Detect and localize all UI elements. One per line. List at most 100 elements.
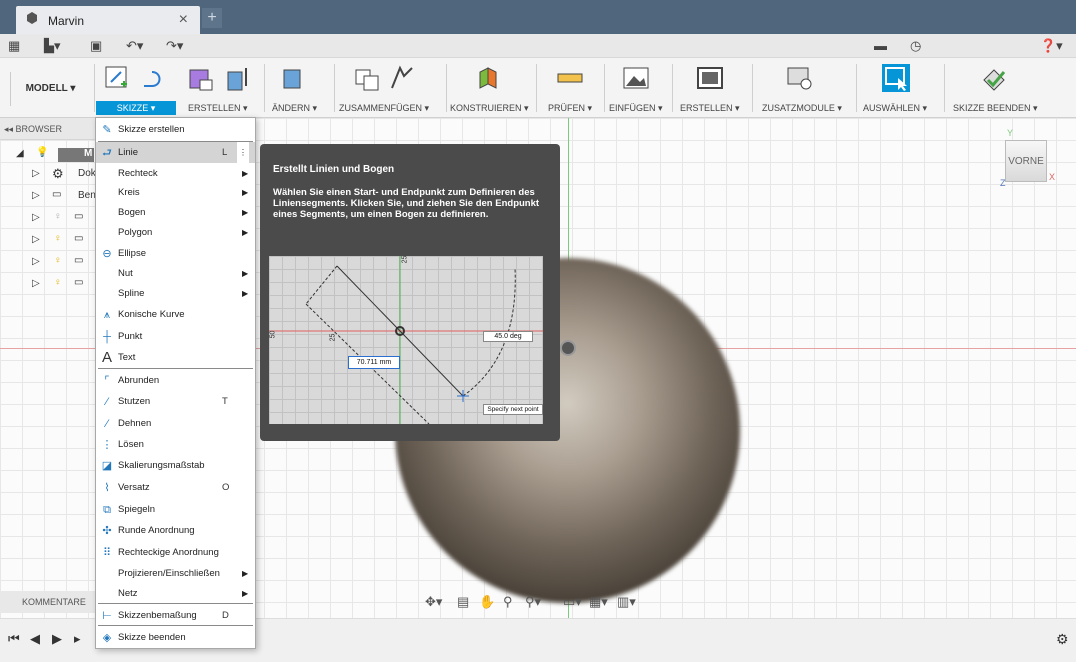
more-options-icon[interactable]: ⋮ <box>237 142 249 163</box>
menu-item-extend[interactable]: ⁄ Dehnen <box>96 413 255 434</box>
expand-icon[interactable]: ▷ <box>32 278 40 289</box>
menu-item-ellipse[interactable]: ⊖ Ellipse <box>96 243 255 264</box>
comments-header[interactable]: KOMMENTARE <box>0 591 96 613</box>
modify-group-label[interactable]: ÄNDERN ▾ <box>272 103 317 114</box>
menu-item-text[interactable]: A Text <box>96 347 255 368</box>
offset-plane-icon[interactable] <box>474 64 502 92</box>
viewports-icon[interactable]: ▥▾ <box>617 594 636 610</box>
fit-icon[interactable]: ⚲▾ <box>525 594 541 610</box>
menu-item-project-include[interactable]: Projizieren/Einschließen ▶ <box>96 563 255 584</box>
menu-item-trim[interactable]: ⁄ Stutzen T <box>96 391 255 412</box>
menu-item-circle[interactable]: Kreis ▶ <box>96 182 255 203</box>
lightbulb-icon[interactable]: 💡 <box>36 147 48 158</box>
addins-icon[interactable] <box>786 64 814 92</box>
redo-icon[interactable]: ↷▾ <box>166 37 183 55</box>
next-step-icon[interactable]: ▸ <box>74 631 81 647</box>
inspect-group-label[interactable]: PRÜFEN ▾ <box>548 103 592 114</box>
display-settings-icon[interactable]: ▭▾ <box>563 594 582 610</box>
joint-icon[interactable] <box>352 64 380 92</box>
history-icon[interactable]: ◷ <box>910 37 921 55</box>
lightbulb-icon[interactable]: ♀ <box>54 255 62 266</box>
help-icon[interactable]: ❓▾ <box>1040 37 1063 55</box>
menu-item-fillet[interactable]: ⌜ Abrunden <box>96 370 255 391</box>
finish-sketch-icon[interactable] <box>980 64 1008 92</box>
menu-item-arc[interactable]: Bogen ▶ <box>96 202 255 223</box>
collapse-icon[interactable]: ◢ <box>16 148 24 159</box>
close-tab-icon[interactable]: × <box>179 11 188 29</box>
menu-item-spline[interactable]: Spline ▶ <box>96 283 255 304</box>
grid-settings-icon[interactable]: ▦▾ <box>589 594 608 610</box>
timeline-settings-icon[interactable]: ⚙ <box>1056 631 1069 648</box>
look-at-icon[interactable]: ▤ <box>457 594 469 610</box>
menu-item-slot[interactable]: Nut ▶ <box>96 263 255 284</box>
expand-icon[interactable]: ▷ <box>32 168 40 179</box>
select-icon[interactable] <box>882 64 910 92</box>
menu-item-rectangle[interactable]: Rechteck ▶ <box>96 163 255 184</box>
insert-image-icon[interactable] <box>622 64 650 92</box>
addins-group-label[interactable]: ZUSATZMODULE ▾ <box>762 103 842 114</box>
workspace-dropdown[interactable]: MODELL ▾ <box>10 72 90 106</box>
menu-item-polygon[interactable]: Polygon ▶ <box>96 222 255 243</box>
pan-icon[interactable]: ✋ <box>479 594 495 610</box>
line-tool-icon[interactable] <box>140 64 168 92</box>
make-group-label[interactable]: ERSTELLEN ▾ <box>680 103 740 114</box>
mesh-box-icon[interactable] <box>186 64 214 92</box>
render-icon[interactable] <box>696 64 724 92</box>
insert-group-label[interactable]: EINFÜGEN ▾ <box>609 103 663 114</box>
expand-icon[interactable]: ▷ <box>32 190 40 201</box>
lightbulb-icon[interactable]: ♀ <box>54 277 62 288</box>
measure-icon[interactable] <box>556 64 584 92</box>
create-group-label[interactable]: ERSTELLEN ▾ <box>188 103 248 114</box>
menu-item-sketch-scale[interactable]: ◪ Skalierungsmaßstab <box>96 455 255 476</box>
assemble-group-label[interactable]: ZUSAMMENFÜGEN ▾ <box>339 103 429 114</box>
prompt-label: Specify next point <box>483 404 543 415</box>
play-icon[interactable]: ▶ <box>52 631 62 647</box>
zoom-icon[interactable]: ⚲ <box>503 594 513 610</box>
save-icon[interactable]: ▣ <box>90 37 102 55</box>
expand-icon[interactable]: ▷ <box>32 212 40 223</box>
expand-icon[interactable]: ▷ <box>32 234 40 245</box>
menu-item-circular-pattern[interactable]: ✣ Runde Anordnung <box>96 520 255 541</box>
menu-item-point[interactable]: ┼ Punkt <box>96 326 255 347</box>
browser-row-document-settings[interactable]: ▷ ⚙ Dok <box>0 164 96 184</box>
orbit-icon[interactable]: ✥▾ <box>425 594 442 610</box>
new-tab-button[interactable]: + <box>202 8 222 28</box>
menu-item-conic-curve[interactable]: ⩚ Konische Kurve <box>96 304 255 325</box>
menu-item-finish-sketch[interactable]: ◈ Skizze beenden <box>96 627 255 648</box>
browser-row-named-views[interactable]: ▷ ▭ Ben <box>0 186 96 206</box>
finish-sketch-group-label[interactable]: SKIZZE BEENDEN ▾ <box>953 103 1038 114</box>
menu-item-line[interactable]: ⮐ Linie L ⋮ <box>96 142 255 163</box>
browser-row[interactable]: ▷ ♀ ▭ <box>0 252 96 272</box>
browser-row[interactable]: ▷ ♀ ▭ <box>0 230 96 250</box>
sketch-group-label[interactable]: SKIZZE ▾ <box>96 101 176 115</box>
notifications-icon[interactable]: ▬ <box>874 37 887 55</box>
menu-item-create-sketch[interactable]: ✎ Skizze erstellen <box>96 119 255 140</box>
browser-row[interactable]: ▷ ♀ ▭ <box>0 274 96 294</box>
lightbulb-icon[interactable]: ♀ <box>54 233 62 244</box>
menu-item-offset[interactable]: ⌇ Versatz O <box>96 477 255 498</box>
menu-item-mesh[interactable]: Netz ▶ <box>96 583 255 604</box>
extrude-icon[interactable] <box>224 64 252 92</box>
menu-item-rectangular-pattern[interactable]: ⠿ Rechteckige Anordnung <box>96 542 255 563</box>
undo-icon[interactable]: ↶▾ <box>126 37 143 55</box>
press-pull-icon[interactable] <box>278 64 306 92</box>
first-step-icon[interactable]: ⏮ <box>8 631 20 647</box>
viewcube[interactable]: VORNE <box>1005 140 1047 182</box>
apps-grid-icon[interactable]: ▦ <box>8 37 20 55</box>
previous-step-icon[interactable]: ◀ <box>30 631 40 647</box>
construct-group-label[interactable]: KONSTRUIEREN ▾ <box>450 103 529 114</box>
menu-item-mirror[interactable]: ⧉ Spiegeln <box>96 499 255 520</box>
as-built-joint-icon[interactable] <box>388 64 416 92</box>
browser-row-root[interactable]: ◢ 💡 M <box>0 144 96 164</box>
menu-item-break[interactable]: ⋮ Lösen <box>96 434 255 455</box>
menu-item-sketch-dimension[interactable]: ⊢ Skizzenbemaßung D <box>96 605 255 626</box>
expand-icon[interactable]: ▷ <box>32 256 40 267</box>
browser-header[interactable]: ◂◂ BROWSER <box>0 118 96 140</box>
lightbulb-icon[interactable]: ♀ <box>54 211 62 222</box>
create-sketch-icon[interactable] <box>103 64 131 92</box>
select-group-label[interactable]: AUSWÄHLEN ▾ <box>863 103 927 114</box>
origin-point[interactable] <box>560 340 576 356</box>
document-tab[interactable]: Marvin × <box>16 6 200 34</box>
file-menu-icon[interactable]: ▙▾ <box>44 37 61 55</box>
browser-row[interactable]: ▷ ♀ ▭ <box>0 208 96 228</box>
